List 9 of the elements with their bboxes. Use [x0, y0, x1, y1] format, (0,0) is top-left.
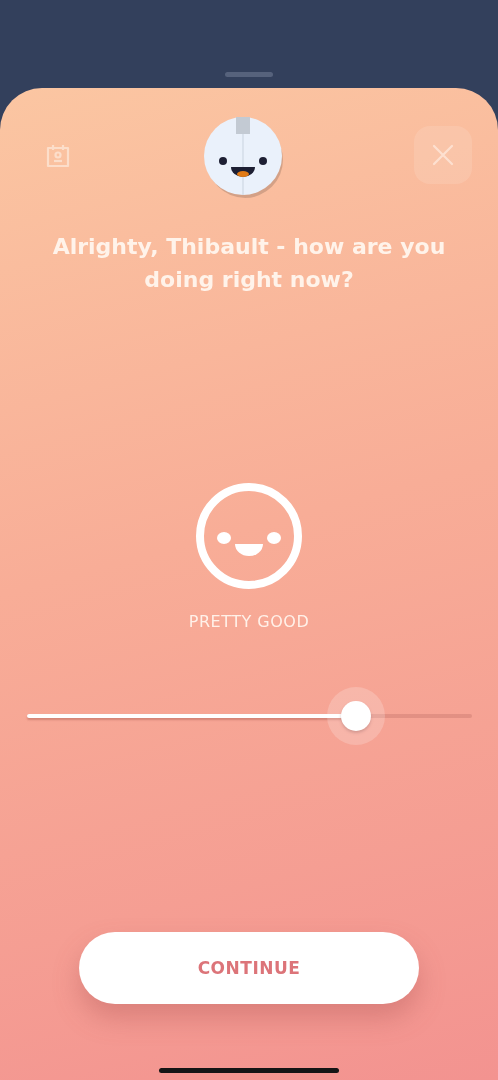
close-button[interactable] — [414, 126, 472, 184]
mood-label: PRETTY GOOD — [188, 612, 310, 631]
question-heading: Alrighty, Thibault - how are you doing right now? — [51, 233, 447, 294]
continue-button[interactable]: CONTINUE — [79, 932, 419, 1004]
close-icon — [432, 144, 454, 166]
slider-thumb[interactable] — [340, 701, 371, 731]
calendar-icon[interactable] — [44, 142, 72, 170]
smiley-face-icon — [195, 482, 303, 590]
sheet-grabber[interactable] — [225, 72, 273, 77]
